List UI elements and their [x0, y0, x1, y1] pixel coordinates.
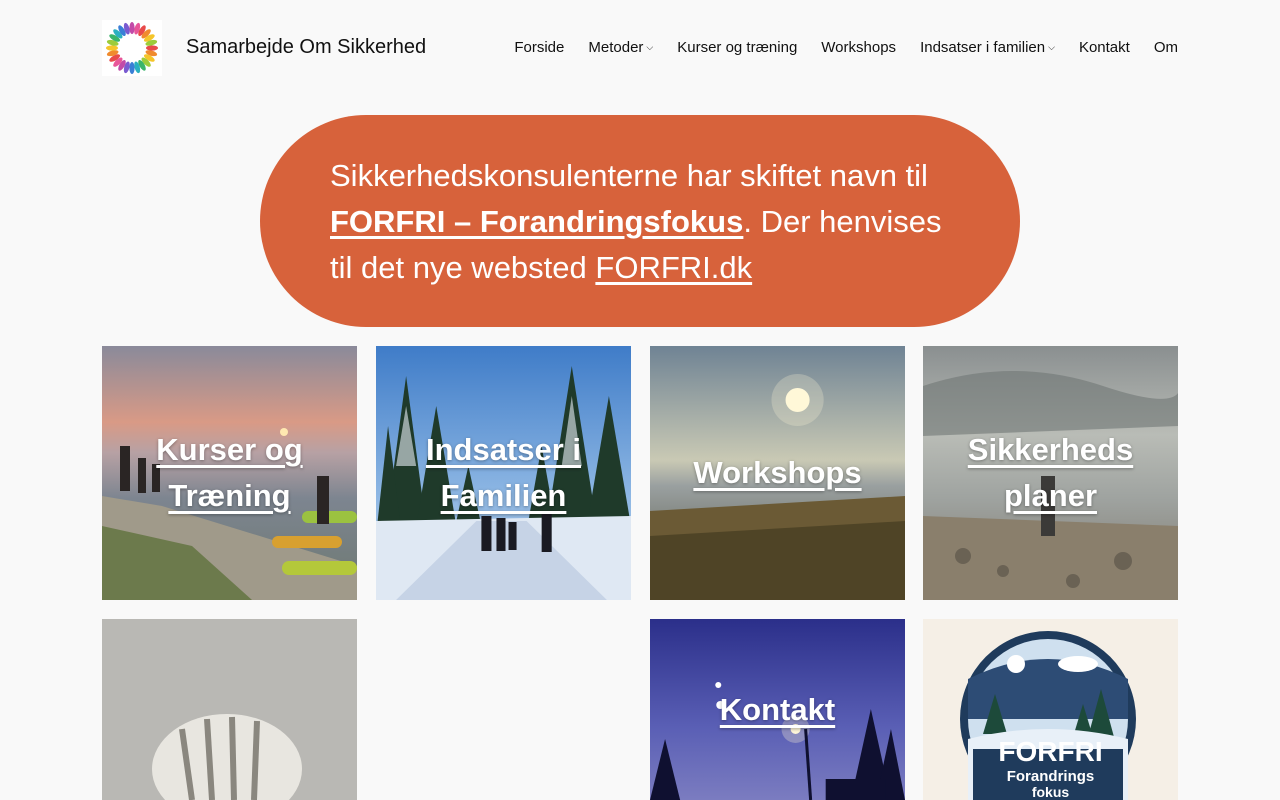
tile-label[interactable]: Kontakt [720, 687, 835, 733]
sunflower-logo-icon [106, 22, 158, 74]
nav-item-label: Kurser og træning [677, 39, 798, 56]
tile-indsatser[interactable]: Indsatser i Familien [376, 346, 631, 600]
nav-item-kurser[interactable]: Kurser og træning [677, 39, 797, 56]
nav-item-indsatser[interactable]: Indsatser i familien ⌵ [920, 39, 1055, 56]
tile-label-line: planer [1003, 478, 1098, 513]
nav-item-metoder[interactable]: Metoder ⌵ [588, 39, 653, 56]
tile-label[interactable]: Kurser og Træning [156, 427, 302, 519]
nav-item-forside[interactable]: Forside [514, 39, 564, 56]
nav-item-om[interactable]: Om [1154, 39, 1178, 56]
forfri-link[interactable]: FORFRI – Forandringsfokus [330, 204, 743, 239]
nav-item-kontakt[interactable]: Kontakt [1079, 39, 1130, 56]
tile-label-line: Familien [440, 478, 567, 513]
chevron-down-icon: ⌵ [1048, 42, 1055, 52]
tile-label[interactable]: Workshops [693, 450, 861, 496]
rename-announcement-banner: Sikkerhedskonsulenterne har skiftet navn… [260, 115, 1020, 327]
tile-label-line: Træning [168, 478, 291, 513]
tile-sikkerhedsplaner[interactable]: Sikkerheds planer [923, 346, 1178, 600]
nav-item-label: Forside [514, 39, 565, 56]
tile-workshops[interactable]: Workshops [650, 346, 905, 600]
nav-item-label: Workshops [821, 39, 897, 56]
nav-item-label: Metoder [588, 39, 644, 56]
nav-item-label: Kontakt [1078, 39, 1130, 56]
nav-item-label: Om [1153, 39, 1178, 56]
main-navigation: Forside Metoder ⌵ Kurser og træning Works… [514, 39, 1178, 56]
tile-label-line: Sikkerheds [967, 432, 1134, 467]
tile-label[interactable]: Sikkerheds planer [968, 427, 1133, 519]
site-title[interactable]: Samarbejde Om Sikkerhed [186, 36, 426, 59]
site-header: Samarbejde Om Sikkerhed Forside Metoder ⌵… [102, 20, 1178, 76]
tile-forfri-logo[interactable]: FORFRI Forandrings fokus [923, 619, 1178, 800]
tile-kurser[interactable]: Kurser og Træning [102, 346, 357, 600]
tile-label-line: Kurser og [156, 432, 303, 467]
tile-label[interactable]: Indsatser i Familien [426, 427, 581, 519]
site-logo[interactable] [102, 20, 162, 76]
forfri-logo-sub: Forandrings [1006, 768, 1095, 785]
banner-text: Sikkerhedskonsulenterne har skiftet navn… [330, 158, 928, 193]
shell-photo [102, 619, 357, 800]
forfri-site-link[interactable]: FORFRI.dk [595, 250, 752, 285]
nav-item-workshops[interactable]: Workshops [821, 39, 896, 56]
tile-label-line: Indsatser i [425, 432, 582, 467]
nav-item-label: Indsatser i familien [920, 39, 1046, 56]
tile-shell[interactable] [102, 619, 357, 800]
forfri-logo-word: FORFRI [998, 736, 1103, 767]
chevron-down-icon: ⌵ [646, 42, 654, 52]
forfri-logo-sub: fokus [1031, 784, 1070, 800]
tile-kontakt[interactable]: Kontakt [650, 619, 905, 800]
